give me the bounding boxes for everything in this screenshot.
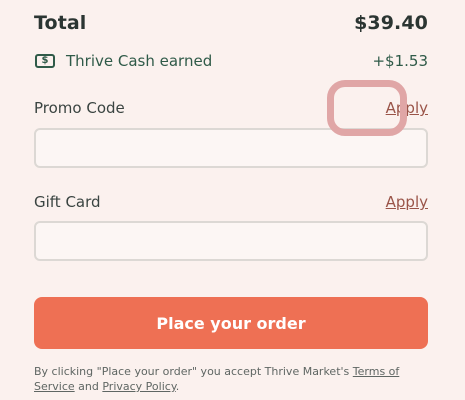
gift-card-row: Gift Card Apply xyxy=(34,191,428,213)
promo-apply-link[interactable]: Apply xyxy=(386,99,428,117)
total-label: Total xyxy=(34,12,87,34)
total-row: Total $39.40 xyxy=(34,10,428,36)
gift-card-label: Gift Card xyxy=(34,193,101,211)
thrive-cash-value: +$1.53 xyxy=(372,52,428,70)
promo-code-row: Promo Code Apply xyxy=(34,97,428,119)
total-value: $39.40 xyxy=(354,12,428,34)
thrive-cash-info: $ Thrive Cash earned xyxy=(34,52,212,70)
legal-suffix: . xyxy=(175,380,180,393)
thrive-cash-label: Thrive Cash earned xyxy=(66,52,213,70)
thrive-cash-row: $ Thrive Cash earned +$1.53 xyxy=(34,50,428,72)
gift-card-input[interactable] xyxy=(34,221,428,261)
legal-disclaimer: By clicking "Place your order" you accep… xyxy=(34,364,428,394)
dollar-bill-icon: $ xyxy=(35,54,55,68)
privacy-policy-link[interactable]: Privacy Policy xyxy=(102,380,175,393)
promo-code-input[interactable] xyxy=(34,128,428,168)
order-summary-panel: Total $39.40 $ Thrive Cash earned +$1.53… xyxy=(34,0,428,400)
promo-code-label: Promo Code xyxy=(34,99,125,117)
legal-and: and xyxy=(74,380,103,393)
place-order-button[interactable]: Place your order xyxy=(34,297,428,349)
gift-card-apply-link[interactable]: Apply xyxy=(386,193,428,211)
legal-prefix: By clicking "Place your order" you accep… xyxy=(34,365,353,378)
